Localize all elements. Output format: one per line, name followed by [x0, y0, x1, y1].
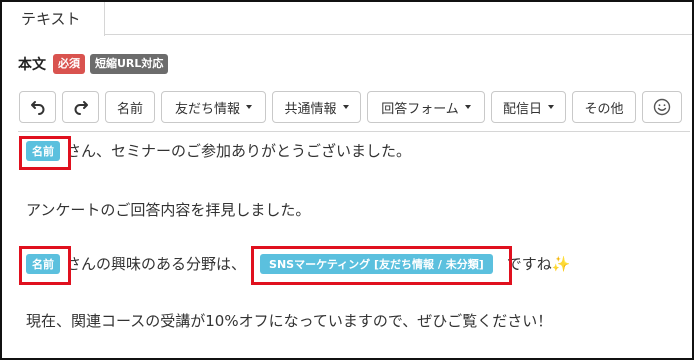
- delivery-date-label: 配信日: [502, 101, 542, 117]
- short-url-badge: 短縮URL対応: [90, 54, 169, 74]
- insert-name-button[interactable]: 名前: [105, 91, 155, 123]
- tab-text[interactable]: テキスト: [2, 2, 105, 36]
- editor-toolbar: 名前 友だち情報 共通情報 回答フォーム 配信日 その他: [19, 91, 682, 123]
- message-text: さんの興味のある分野は、: [66, 255, 247, 273]
- other-button[interactable]: その他: [572, 91, 636, 123]
- chevron-down-icon: [342, 105, 349, 109]
- message-line: 現在、関連コースの受講が10%オフになっていますので、ぜひご覧ください！: [26, 310, 552, 331]
- sparkles-emoji: ✨: [551, 254, 571, 273]
- friend-info-label: 友だち情報: [174, 101, 240, 117]
- tab-bar: テキスト: [2, 2, 692, 36]
- redo-button[interactable]: [62, 91, 99, 123]
- highlight-box: [19, 246, 71, 285]
- message-line: 名前 さん、セミナーのご参加ありがとうございました。: [26, 140, 411, 161]
- friend-info-dropdown[interactable]: 友だち情報: [161, 91, 266, 123]
- chevron-down-icon: [464, 105, 471, 109]
- redo-icon: [74, 101, 88, 115]
- message-text: さん、セミナーのご参加ありがとうございました。: [66, 142, 412, 160]
- other-label: その他: [584, 101, 624, 117]
- field-title: 本文: [18, 57, 46, 73]
- chevron-down-icon: [548, 105, 554, 109]
- undo-icon: [30, 101, 44, 115]
- message-line: アンケートのご回答内容を拝見しました。: [26, 199, 310, 220]
- chevron-down-icon: [246, 105, 252, 109]
- delivery-date-dropdown[interactable]: 配信日: [491, 91, 566, 123]
- message-text: アンケートのご回答内容を拝見しました。: [26, 201, 311, 219]
- field-label-row: 本文 必須 短縮URL対応: [18, 52, 169, 76]
- undo-button[interactable]: [19, 91, 56, 123]
- shared-info-dropdown[interactable]: 共通情報: [272, 91, 361, 123]
- highlight-box: [19, 136, 71, 170]
- smiley-icon: [653, 98, 671, 116]
- answer-form-dropdown[interactable]: 回答フォーム: [367, 91, 485, 123]
- required-badge: 必須: [53, 54, 85, 74]
- message-text: 現在、関連コースの受講が10%オフになっていますので、ぜひご覧ください！: [26, 312, 553, 330]
- answer-form-label: 回答フォーム: [381, 101, 459, 117]
- insert-name-label: 名前: [116, 101, 143, 117]
- emoji-button[interactable]: [642, 91, 682, 123]
- message-text: ですね: [506, 255, 552, 273]
- highlight-box: [251, 246, 512, 285]
- shared-info-label: 共通情報: [284, 101, 337, 117]
